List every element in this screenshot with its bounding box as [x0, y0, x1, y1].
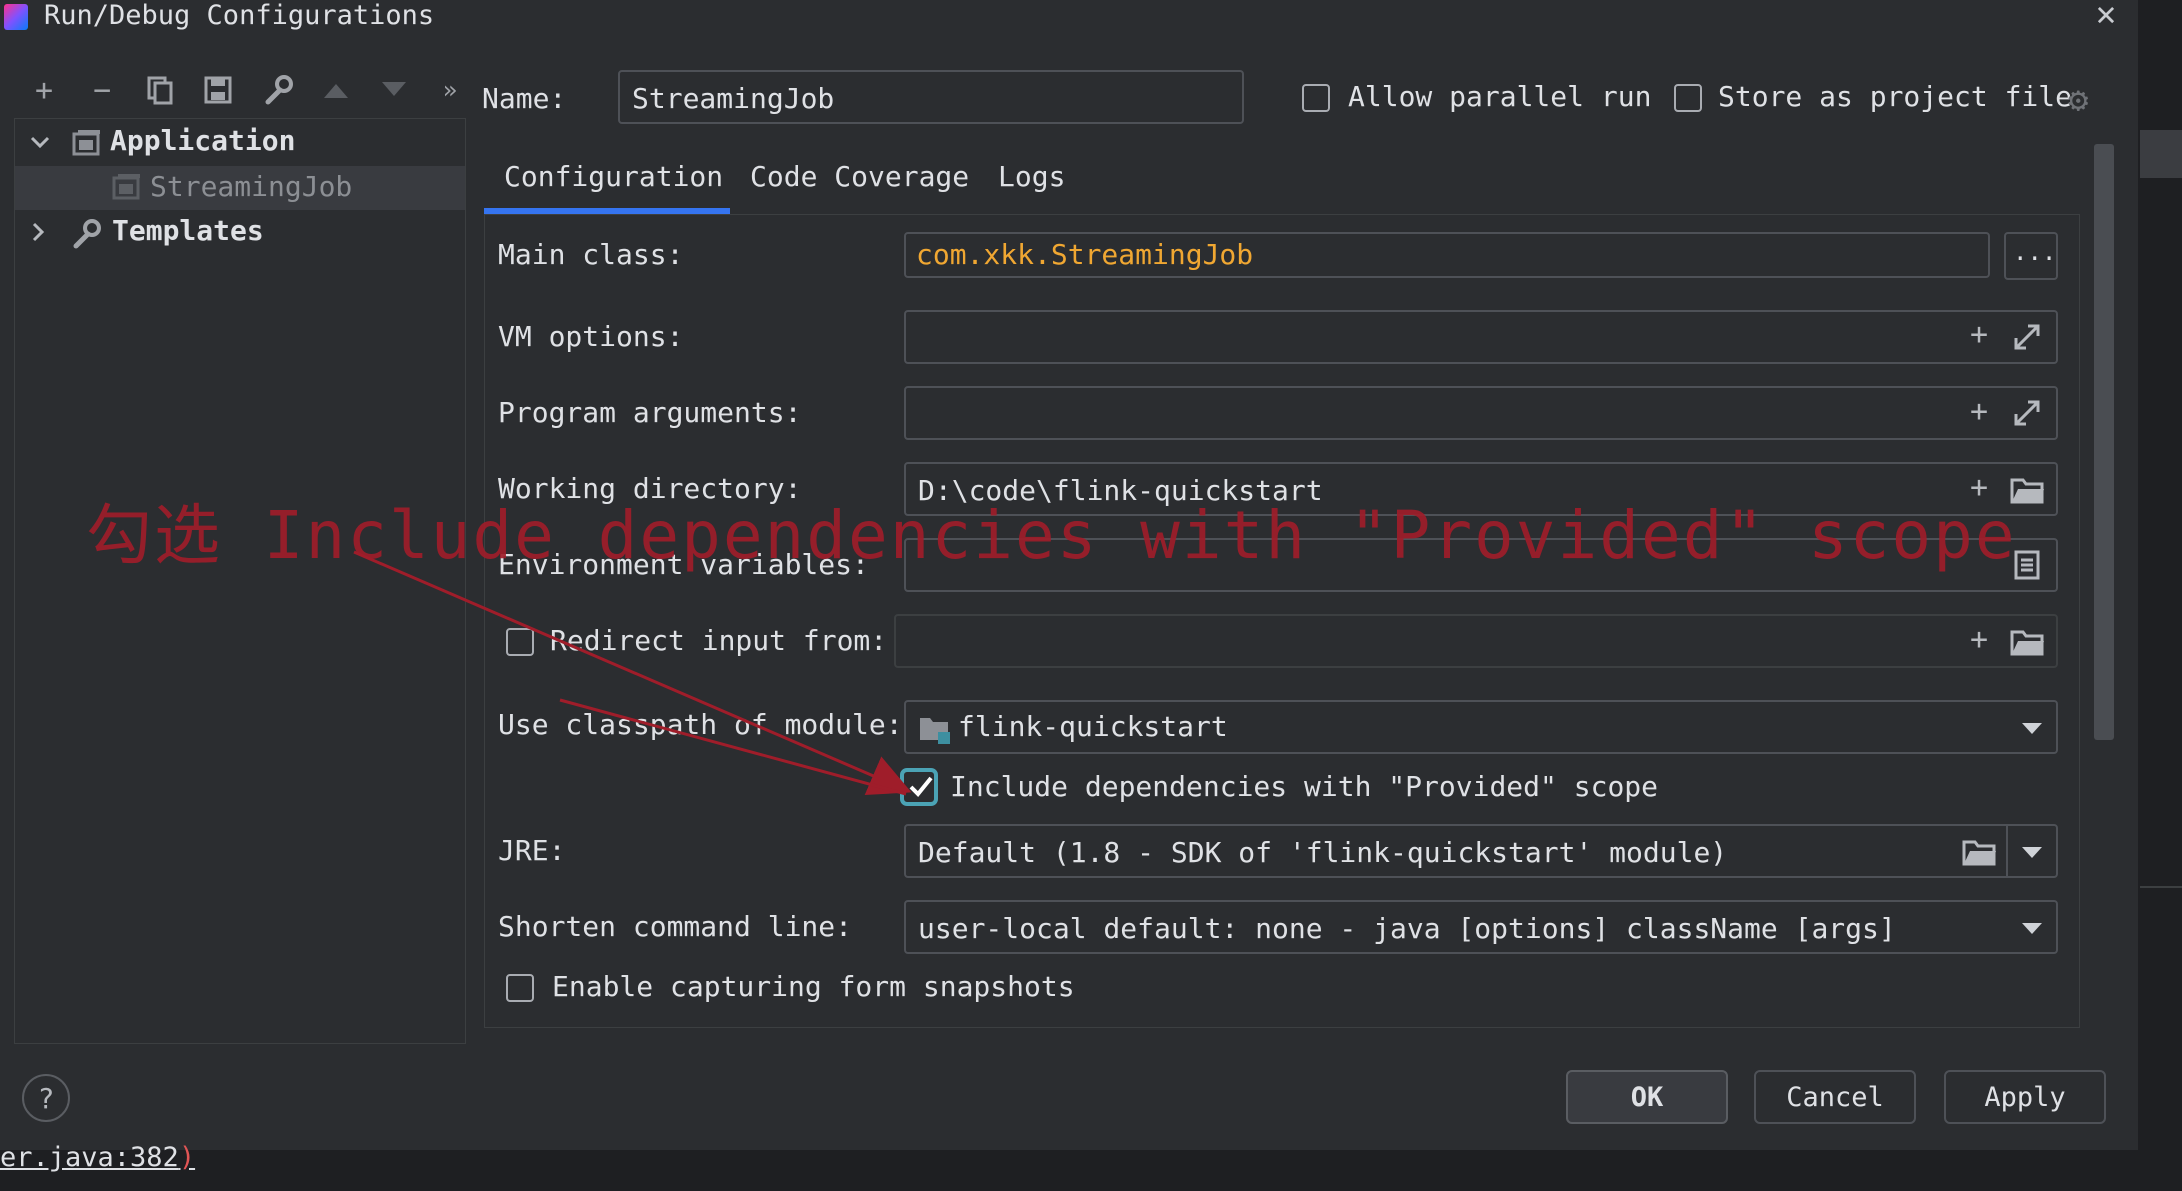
- run-debug-dialog: Run/Debug Configurations ✕ + − » Applica…: [0, 0, 2138, 1150]
- ok-button[interactable]: OK: [1566, 1070, 1728, 1124]
- annotation-arrow: [353, 550, 912, 796]
- help-button[interactable]: ?: [22, 1074, 70, 1122]
- background-panel-line: [2140, 886, 2182, 888]
- cancel-button[interactable]: Cancel: [1754, 1070, 1916, 1124]
- console-paren: ): [178, 1142, 196, 1173]
- console-link[interactable]: er.java:382): [0, 1142, 195, 1173]
- console-link-text[interactable]: er.java:382: [0, 1142, 179, 1173]
- background-panel-edge: [2140, 130, 2182, 178]
- apply-button[interactable]: Apply: [1944, 1070, 2106, 1124]
